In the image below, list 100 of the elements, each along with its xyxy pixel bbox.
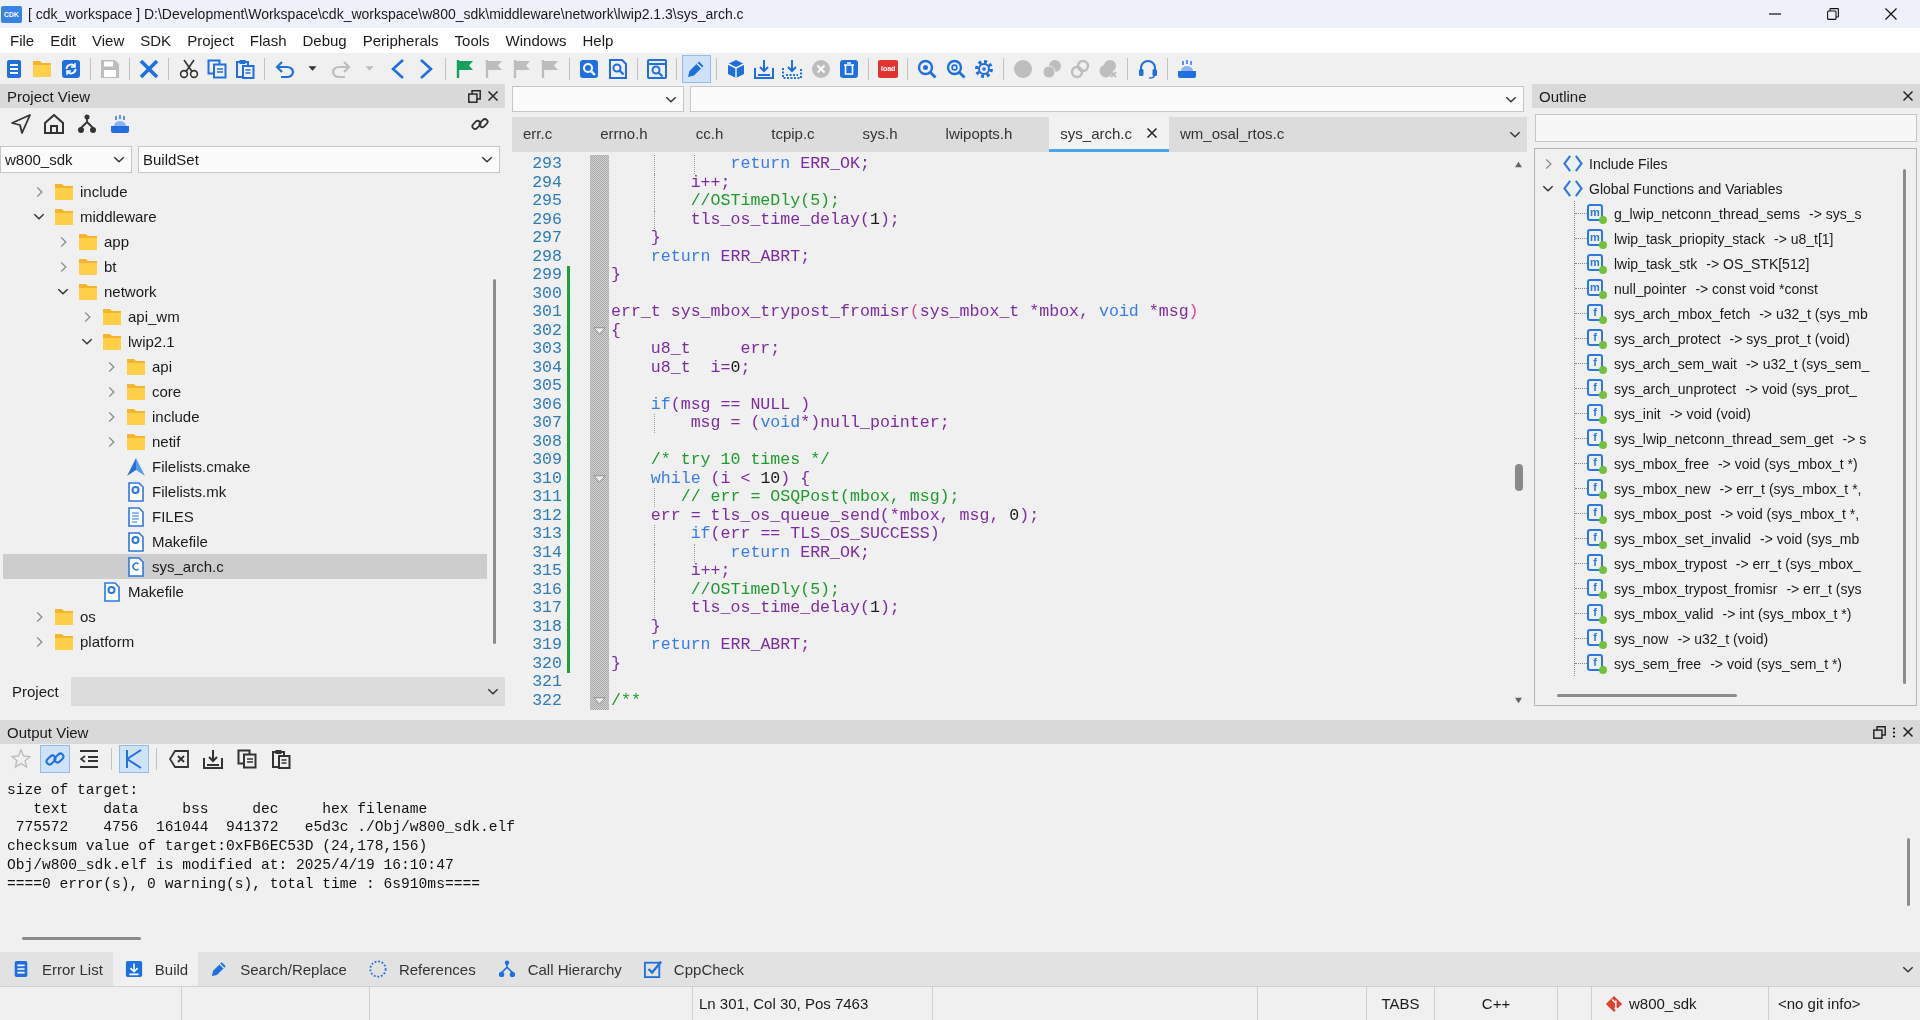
outline-item[interactable]: f sys_mbox_post -> void (sys_mbox_t *, — [1587, 501, 1860, 526]
restore-icon[interactable] — [1827, 8, 1839, 20]
scrollbar-thumb[interactable] — [22, 937, 141, 940]
tray-icon[interactable] — [110, 114, 130, 134]
tree-item[interactable]: network — [56, 279, 157, 304]
chevron-right-icon[interactable] — [59, 235, 67, 248]
chevron-down-icon[interactable] — [33, 213, 45, 220]
tree-item[interactable]: include — [104, 404, 200, 429]
outline-item[interactable]: m lwip_task_stk -> OS_STK[512] — [1587, 251, 1810, 276]
chevron-right-icon[interactable] — [107, 435, 115, 448]
tab[interactable]: wm_osal_rtos.c — [1169, 117, 1322, 152]
chevron-right-icon[interactable] — [107, 385, 115, 398]
chevron-right-icon[interactable] — [35, 635, 43, 648]
tab[interactable]: Call Hierarchy — [485, 952, 632, 986]
outline-item[interactable]: f sys_sem_free -> void (sys_sem_t *) — [1587, 651, 1843, 676]
tree-item[interactable]: include — [32, 179, 128, 204]
arrow-down-icon[interactable] — [1514, 697, 1523, 704]
chevron-right-icon[interactable] — [59, 260, 67, 273]
outline-item[interactable]: f sys_arch_unprotect -> void (sys_prot_ — [1587, 376, 1857, 401]
outline-item[interactable]: f sys_arch_protect -> sys_prot_t (void) — [1587, 326, 1850, 351]
tree-item[interactable]: netif — [104, 429, 181, 454]
outline-item[interactable]: f sys_mbox_trypost_fromisr -> err_t (sys — [1587, 576, 1862, 601]
outline-item[interactable]: f sys_init -> void (void) — [1587, 401, 1751, 426]
chevron-down-icon[interactable] — [1902, 965, 1914, 973]
chevron-down-icon[interactable] — [1509, 131, 1521, 138]
tree-item[interactable]: Filelists.mk — [104, 479, 227, 504]
tree-item[interactable]: Global Functions and Variables — [1541, 176, 1783, 201]
outline-item[interactable]: f sys_mbox_set_invalid -> void (sys_mb — [1587, 526, 1860, 551]
chevron-right-icon[interactable] — [1544, 157, 1552, 170]
tab[interactable]: cc.h — [684, 117, 761, 152]
tree-item[interactable]: bt — [56, 254, 117, 279]
menu-item[interactable]: Help — [574, 32, 622, 49]
tab[interactable]: Search/Replace — [198, 952, 357, 986]
chevron-down-icon[interactable] — [1542, 185, 1554, 192]
tab[interactable]: errno.h — [589, 117, 685, 152]
tree-item[interactable]: app — [56, 229, 130, 254]
tree-item[interactable]: os — [32, 604, 96, 629]
navigation-icon[interactable] — [11, 114, 31, 134]
tree-item[interactable]: api — [104, 354, 173, 379]
tab[interactable]: Error List — [0, 952, 113, 986]
arrow-up-icon[interactable] — [1514, 161, 1523, 168]
tree-item[interactable]: lwip2.1 — [80, 329, 175, 354]
scrollbar-thumb[interactable] — [1514, 464, 1523, 491]
outline-item[interactable]: f sys_arch_mbox_fetch -> u32_t (sys_mb — [1587, 301, 1868, 326]
outline-item[interactable]: f sys_now -> u32_t (void) — [1587, 626, 1769, 651]
menu-item[interactable]: Tools — [446, 32, 498, 49]
tab[interactable]: lwipopts.h — [934, 117, 1050, 152]
chevron-down-icon[interactable] — [57, 288, 69, 295]
tab[interactable]: Project — [0, 677, 71, 706]
menu-item[interactable]: SDK — [132, 32, 180, 49]
close-icon[interactable] — [1885, 8, 1897, 20]
tree-item[interactable]: Makefile — [104, 529, 208, 554]
fold-icon[interactable] — [593, 696, 606, 705]
link-icon[interactable] — [471, 115, 489, 133]
tab[interactable]: References — [356, 952, 486, 986]
tab[interactable]: err.c — [512, 117, 590, 152]
hierarchy-icon[interactable] — [77, 114, 97, 134]
chevron-right-icon[interactable] — [35, 610, 43, 623]
outline-item[interactable]: f sys_mbox_free -> void (sys_mbox_t *) — [1587, 451, 1858, 476]
outline-item[interactable]: f sys_mbox_new -> err_t (sys_mbox_t *, — [1587, 476, 1862, 501]
scrollbar-thumb[interactable] — [1903, 169, 1906, 684]
restore-icon[interactable] — [468, 89, 481, 103]
menu-item[interactable]: File — [2, 32, 43, 49]
menu-item[interactable]: Flash — [241, 32, 295, 49]
menu-item[interactable]: Debug — [294, 32, 355, 49]
tab[interactable]: Build — [112, 952, 199, 986]
scrollbar-thumb[interactable] — [1557, 694, 1737, 697]
tab[interactable]: sys.h — [851, 117, 935, 152]
outline-item[interactable]: m lwip_task_priopity_stack -> u8_t[1] — [1587, 226, 1834, 251]
close-icon[interactable] — [1902, 726, 1914, 738]
scrollbar-thumb[interactable] — [493, 279, 496, 644]
tab[interactable]: sys_arch.c — [1049, 117, 1169, 152]
restore-icon[interactable] — [1873, 725, 1886, 739]
menu-item[interactable]: Peripherals — [354, 32, 447, 49]
tree-item[interactable]: Filelists.cmake — [104, 454, 251, 479]
chevron-down-icon[interactable] — [487, 688, 499, 695]
dropdown[interactable]: BuildSet — [138, 146, 500, 173]
tree-item[interactable]: core — [104, 379, 182, 404]
home-icon[interactable] — [44, 114, 64, 134]
menu-item[interactable]: Project — [179, 32, 242, 49]
dropdown[interactable]: w800_sdk — [0, 146, 132, 173]
tree-item[interactable]: middleware — [32, 204, 157, 229]
tree-item[interactable]: FILES — [104, 504, 194, 529]
outline-item[interactable]: m g_lwip_netconn_thread_sems -> sys_s — [1587, 201, 1862, 226]
filter-field[interactable] — [1535, 114, 1917, 142]
outline-item[interactable]: f sys_lwip_netconn_thread_sem_get -> s — [1587, 426, 1867, 451]
tab[interactable]: tcpip.c — [760, 117, 852, 152]
outline-item[interactable]: m null_pointer -> const void *const — [1587, 276, 1818, 301]
close-icon[interactable] — [1902, 90, 1914, 102]
tab[interactable]: CppCheck — [631, 952, 754, 986]
outline-item[interactable]: f sys_arch_sem_wait -> u32_t (sys_sem_ — [1587, 351, 1870, 376]
fold-icon[interactable] — [593, 474, 606, 483]
chevron-right-icon[interactable] — [107, 410, 115, 423]
chevron-right-icon[interactable] — [83, 310, 91, 323]
chevron-right-icon[interactable] — [107, 360, 115, 373]
more-icon[interactable] — [1892, 725, 1896, 739]
chevron-right-icon[interactable] — [35, 185, 43, 198]
chevron-down-icon[interactable] — [81, 338, 93, 345]
tree-item[interactable]: Makefile — [80, 579, 184, 604]
fold-icon[interactable] — [593, 326, 606, 335]
